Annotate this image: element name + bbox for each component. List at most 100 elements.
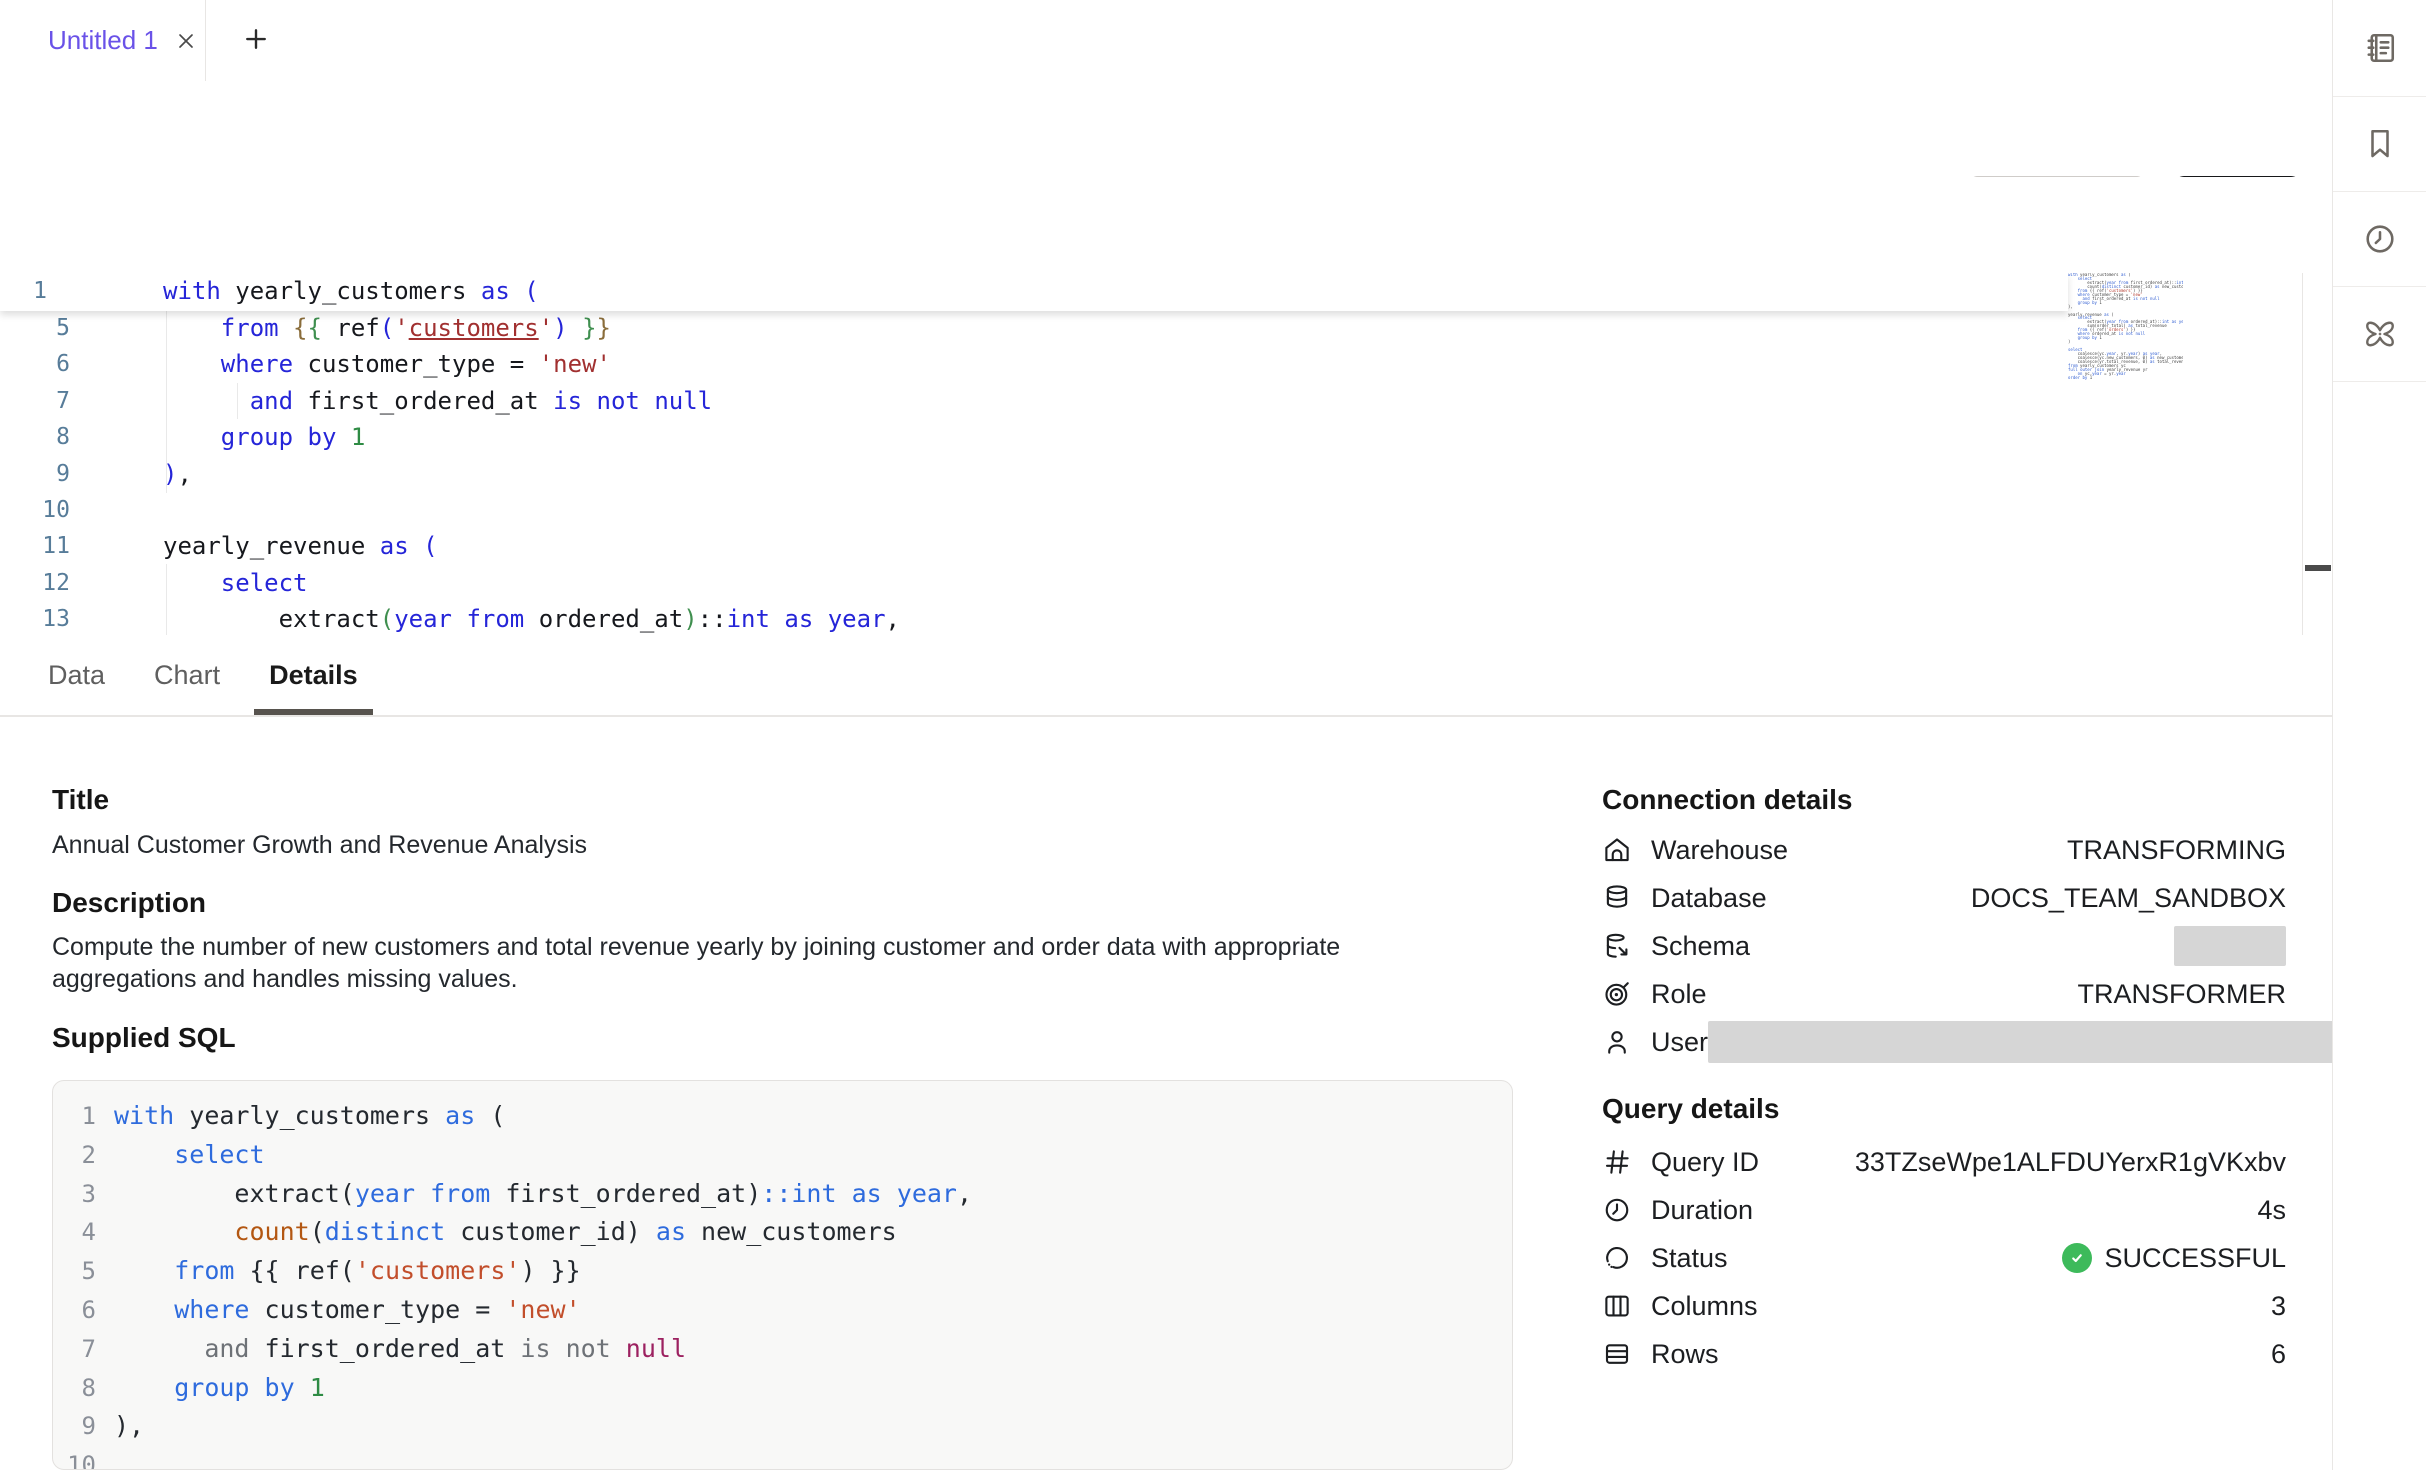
close-icon[interactable] <box>174 29 198 53</box>
sidebar-button-notebook[interactable] <box>2333 0 2426 97</box>
sidebar-button-bookmark[interactable] <box>2333 96 2426 192</box>
editor-minimap[interactable]: with yearly_customers as ( select extrac… <box>2068 273 2183 380</box>
line-number: 8 <box>53 1369 96 1408</box>
query-status-row: Query completed in 4s Environment: PROD <box>0 177 2332 273</box>
detail-row-duration: Duration4s <box>1602 1190 2286 1230</box>
code-text: and first_ordered_at is not null <box>163 383 712 419</box>
detail-row-warehouse: Warehouse TRANSFORMING <box>1602 830 2286 870</box>
code-line: 5 from {{ ref('customers') }} <box>53 1252 1512 1291</box>
editor-code-lines: 5 from {{ ref('customers') }}6 where cus… <box>0 310 2302 636</box>
supplied-sql-code-block: 1with yearly_customers as (2 select3 ext… <box>52 1080 1513 1470</box>
user-icon <box>1602 1027 1632 1057</box>
redacted-value <box>1708 1021 2338 1063</box>
hash-icon <box>1602 1147 1632 1177</box>
code-text: with yearly_customers as ( <box>114 1097 505 1136</box>
line-number: 2 <box>53 1136 96 1175</box>
code-line: 5 from {{ ref('customers') }} <box>0 310 2302 346</box>
results-tab-bar: DataChartDetails <box>0 635 2332 717</box>
code-text: group by 1 <box>163 419 365 455</box>
clock-icon <box>1602 1195 1632 1225</box>
code-line: 10 <box>53 1446 1512 1470</box>
plus-icon <box>241 24 271 59</box>
line-number: 5 <box>53 1252 96 1291</box>
sidebar-button-dbt-logo[interactable] <box>2333 286 2426 382</box>
line-number: 12 <box>0 565 70 601</box>
bookmark-icon <box>2362 126 2398 162</box>
code-line: 13 extract(year from ordered_at)::int as… <box>0 601 2302 636</box>
code-text: count(distinct customer_id) as new_custo… <box>114 1213 897 1252</box>
line-number: 7 <box>53 1330 96 1369</box>
detail-label: Database <box>1651 883 1767 914</box>
sql-code-editor[interactable]: 5 from {{ ref('customers') }}6 where cus… <box>0 273 2332 636</box>
code-text: and first_ordered_at is not null <box>114 1330 686 1369</box>
detail-value: 3 <box>2271 1291 2286 1322</box>
line-number: 5 <box>0 310 70 346</box>
detail-value: 6 <box>2271 1339 2286 1370</box>
code-line: 8 group by 1 <box>0 419 2302 455</box>
editor-scrollbar-track[interactable] <box>2302 273 2332 635</box>
code-text: where customer_type = 'new' <box>163 346 611 382</box>
supplied-sql-heading: Supplied SQL <box>52 1022 236 1054</box>
schema-icon <box>1602 931 1632 961</box>
detail-value <box>1708 1021 2302 1063</box>
sidebar-button-history[interactable] <box>2333 191 2426 287</box>
detail-row-user: User <box>1602 1022 2286 1062</box>
detail-value: DOCS_TEAM_SANDBOX <box>1971 883 2286 914</box>
code-line: 4 count(distinct customer_id) as new_cus… <box>53 1213 1512 1252</box>
details-panel: Title Annual Customer Growth and Revenue… <box>0 717 2332 1470</box>
code-line: 6 where customer_type = 'new' <box>0 346 2302 382</box>
detail-row-schema: Schema <box>1602 926 2286 966</box>
line-number: 6 <box>53 1291 96 1330</box>
new-tab-button[interactable] <box>235 20 277 62</box>
detail-row-rows: Rows6 <box>1602 1334 2286 1374</box>
code-line: 3 extract(year from first_ordered_at)::i… <box>53 1175 1512 1214</box>
role-icon <box>1602 979 1632 1009</box>
detail-value <box>2174 926 2286 966</box>
right-sidebar <box>2332 0 2426 1470</box>
code-line: 7 and first_ordered_at is not null <box>53 1330 1512 1369</box>
warehouse-icon <box>1602 835 1632 865</box>
detail-row-role: RoleTRANSFORMER <box>1602 974 2286 1014</box>
line-number: 9 <box>53 1407 96 1446</box>
detail-row-database: Database DOCS_TEAM_SANDBOX <box>1602 878 2286 918</box>
code-line: 10 <box>0 492 2302 528</box>
file-tab-untitled-1[interactable]: Untitled 1 <box>0 0 206 81</box>
line-number: 6 <box>0 346 70 382</box>
line-number: 10 <box>53 1446 96 1470</box>
query-title: Annual Customer Growth and Revenue Analy… <box>52 829 587 861</box>
toolbar: Develop Run <box>0 81 2332 178</box>
detail-label: Warehouse <box>1651 835 1788 866</box>
code-line: 1with yearly_customers as ( <box>53 1097 1512 1136</box>
line-number: 4 <box>53 1213 96 1252</box>
detail-label: Status <box>1651 1243 1728 1274</box>
detail-value: TRANSFORMING <box>2067 835 2286 866</box>
detail-label: Duration <box>1651 1195 1753 1226</box>
detail-value: SUCCESSFUL <box>2062 1243 2286 1274</box>
spinner-icon <box>1602 1243 1632 1273</box>
code-line: 7 and first_ordered_at is not null <box>0 383 2302 419</box>
detail-row-columns: Columns3 <box>1602 1286 2286 1326</box>
code-text: group by 1 <box>114 1369 325 1408</box>
line-number: 1 <box>0 273 47 309</box>
code-text: ), <box>163 456 192 492</box>
code-line: 9), <box>53 1407 1512 1446</box>
line-number: 7 <box>0 383 70 419</box>
line-number: 11 <box>0 528 70 564</box>
query-details-heading: Query details <box>1602 1093 1779 1125</box>
redacted-value <box>2174 926 2286 966</box>
notebook-icon <box>2362 30 2398 66</box>
tab-details[interactable]: Details <box>254 635 373 715</box>
tab-chart[interactable]: Chart <box>139 635 235 715</box>
code-text: ), <box>114 1407 144 1446</box>
sticky-code-line: 1with yearly_customers as ( <box>0 273 2068 311</box>
details-right-column: Connection details WarehouseTRANSFORMING… <box>1602 717 2286 1470</box>
code-text: from {{ ref('customers') }} <box>114 1252 581 1291</box>
code-text: select <box>163 565 308 601</box>
code-line: 2 select <box>53 1136 1512 1175</box>
tab-data[interactable]: Data <box>33 635 120 715</box>
detail-label: Schema <box>1651 931 1750 962</box>
editor-scrollbar-thumb[interactable] <box>2305 565 2331 571</box>
code-line: 9), <box>0 456 2302 492</box>
line-number: 10 <box>0 492 70 528</box>
rows-icon <box>1602 1339 1632 1369</box>
